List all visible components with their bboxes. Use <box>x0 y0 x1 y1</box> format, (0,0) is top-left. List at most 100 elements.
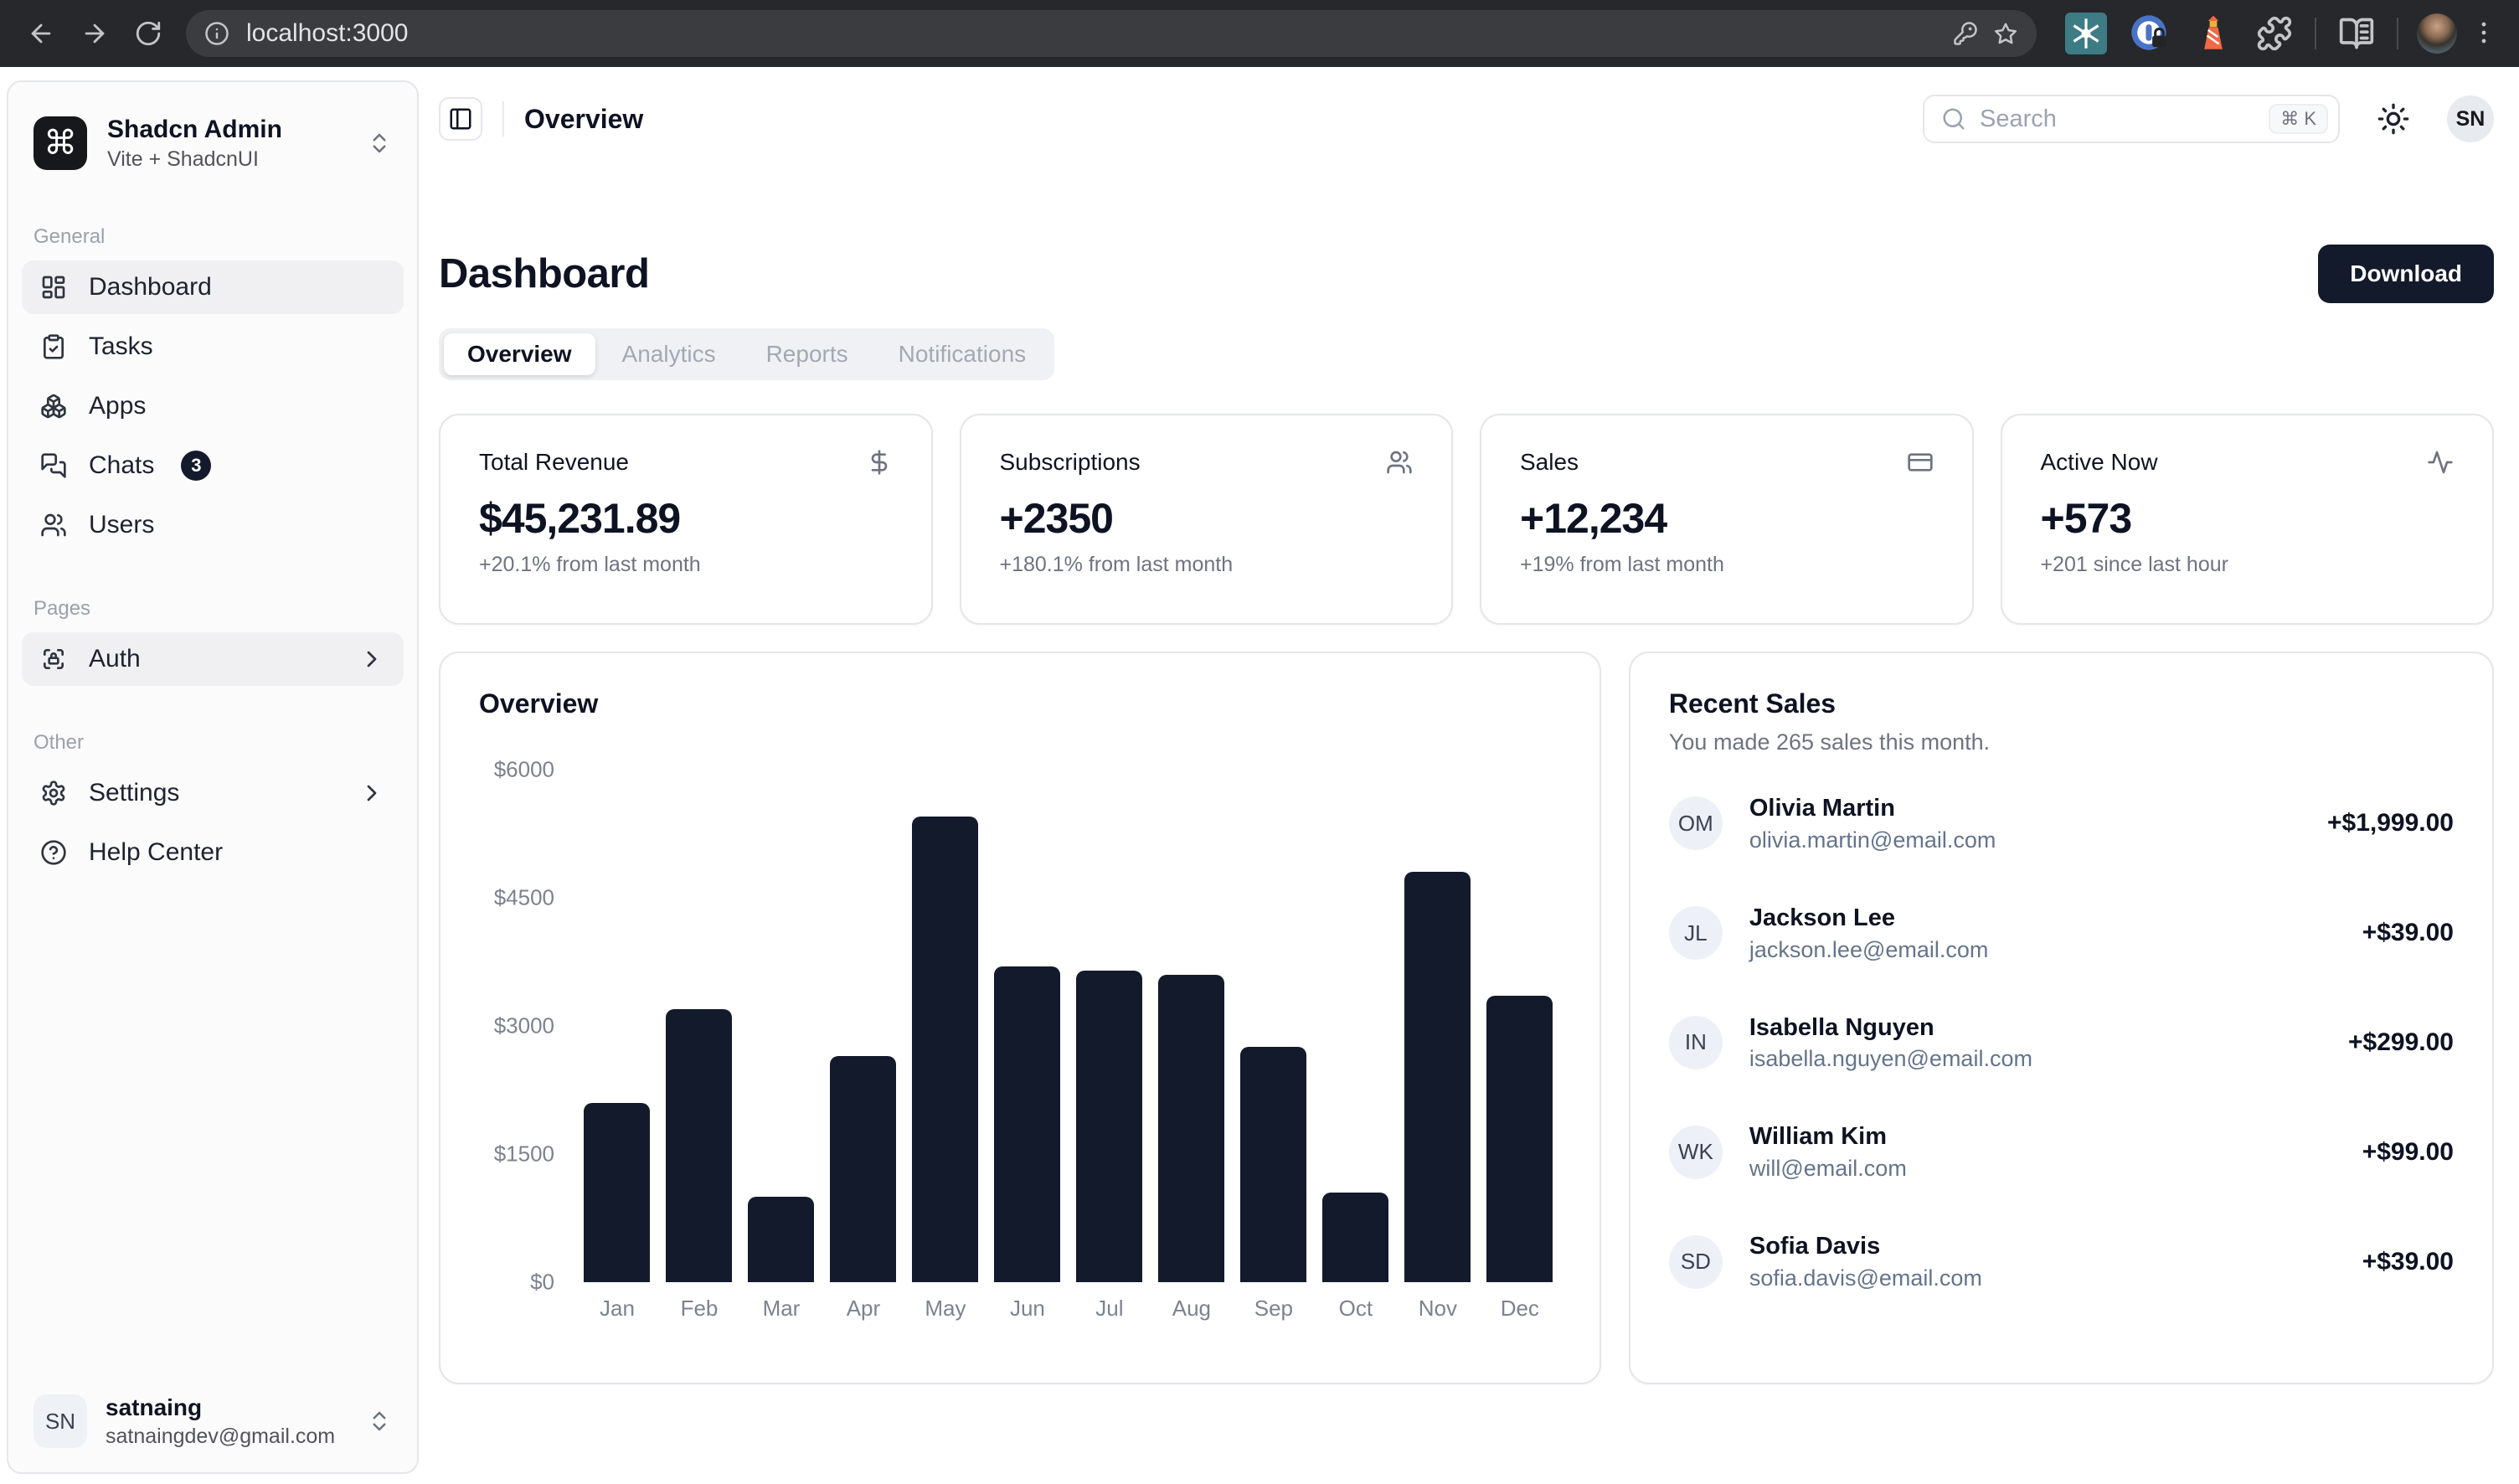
sale-avatar: WK <box>1669 1126 1723 1179</box>
stat-change: +201 since last hour <box>2041 553 2455 577</box>
chevron-right-icon <box>358 780 385 806</box>
sidebar-item-chats[interactable]: Chats3 <box>22 439 404 492</box>
sale-amount: +$299.00 <box>2348 1028 2454 1057</box>
x-tick-label: Nov <box>1397 1296 1479 1322</box>
sale-email: olivia.martin@email.com <box>1749 827 1996 853</box>
address-bar[interactable] <box>186 10 2037 57</box>
team-switcher[interactable]: ⌘ Shadcn Admin Vite + ShadcnUI <box>22 107 404 180</box>
stat-value: +2350 <box>1000 494 1414 543</box>
app-shell: ⌘ Shadcn Admin Vite + ShadcnUI GeneralDa… <box>0 67 2519 1484</box>
bar-mar <box>748 1197 814 1282</box>
checklist-icon <box>40 333 67 360</box>
browser-forward-button[interactable] <box>72 11 117 56</box>
stat-card-total-revenue: Total Revenue$45,231.89+20.1% from last … <box>439 414 933 625</box>
bar-jul <box>1076 971 1142 1282</box>
chevron-right-icon <box>358 646 385 672</box>
extensions-puzzle-icon[interactable] <box>2256 15 2293 52</box>
chart-x-axis: JanFebMarAprMayJunJulAugSepOctNovDec <box>576 1296 1561 1322</box>
sale-amount: +$1,999.00 <box>2327 809 2454 837</box>
breadcrumb: Overview <box>524 104 643 135</box>
search-box[interactable]: ⌘ K <box>1923 95 2340 143</box>
stat-change: +180.1% from last month <box>1000 553 1414 577</box>
header-avatar[interactable]: SN <box>2447 95 2494 142</box>
tab-notifications[interactable]: Notifications <box>875 333 1050 375</box>
sale-avatar: OM <box>1669 796 1723 850</box>
bar-chart: $6000$4500$3000$1500$0 <box>479 770 1561 1282</box>
x-tick-label: Sep <box>1233 1296 1315 1322</box>
sidebar-user-menu[interactable]: SN satnaing satnaingdev@gmail.com <box>22 1384 404 1459</box>
sidebar-item-help-center[interactable]: Help Center <box>22 826 404 879</box>
x-tick-label: Aug <box>1151 1296 1233 1322</box>
help-icon <box>40 839 67 866</box>
x-tick-label: Jul <box>1069 1296 1151 1322</box>
download-button[interactable]: Download <box>2318 245 2494 303</box>
y-tick-label: $3000 <box>494 1013 554 1039</box>
password-manager-icon[interactable] <box>1953 21 1978 46</box>
bar-jan <box>584 1103 650 1282</box>
teal-extension-icon[interactable] <box>2065 13 2107 54</box>
activity-icon <box>2427 449 2454 476</box>
tab-reports[interactable]: Reports <box>743 333 872 375</box>
sidebar-item-dashboard[interactable]: Dashboard <box>22 260 404 314</box>
chart-title: Overview <box>479 688 1561 719</box>
boxes-icon <box>40 393 67 420</box>
sun-icon <box>2377 102 2410 136</box>
sale-name: Jackson Lee <box>1749 904 1989 933</box>
bar-aug <box>1158 975 1224 1282</box>
tab-overview[interactable]: Overview <box>444 333 595 375</box>
sidebar-item-users[interactable]: Users <box>22 498 404 552</box>
bookmark-star-icon[interactable] <box>1993 21 2018 46</box>
sale-amount: +$99.00 <box>2362 1138 2454 1167</box>
sale-row-jackson-lee: JLJackson Leejackson.lee@email.com+$39.0… <box>1669 904 2454 963</box>
theme-toggle-button[interactable] <box>2377 102 2410 136</box>
search-shortcut-kbd: ⌘ K <box>2269 104 2328 134</box>
sale-row-william-kim: WKWilliam Kimwill@email.com+$99.00 <box>1669 1122 2454 1182</box>
x-tick-label: Apr <box>822 1296 904 1322</box>
user-avatar: SN <box>33 1394 87 1448</box>
stat-value: +12,234 <box>1520 494 1934 543</box>
reload-icon <box>134 19 162 48</box>
reading-list-icon[interactable] <box>2338 15 2375 52</box>
chevrons-up-down-icon <box>367 1409 392 1434</box>
stat-value: $45,231.89 <box>479 494 893 543</box>
chart-y-axis: $6000$4500$3000$1500$0 <box>479 770 576 1282</box>
sale-name: Sofia Davis <box>1749 1232 1982 1261</box>
sidebar-item-settings[interactable]: Settings <box>22 766 404 820</box>
recent-sales-subtitle: You made 265 sales this month. <box>1669 729 2454 755</box>
tab-analytics[interactable]: Analytics <box>599 333 739 375</box>
app-logo: ⌘ <box>33 116 87 170</box>
onepassword-extension-icon[interactable] <box>2129 13 2171 54</box>
stat-value: +573 <box>2041 494 2455 543</box>
stat-title: Sales <box>1520 449 1579 476</box>
sale-avatar: SD <box>1669 1235 1723 1289</box>
browser-menu-button[interactable] <box>2467 12 2501 55</box>
site-info-icon[interactable] <box>204 21 229 46</box>
browser-profile-avatar[interactable] <box>2415 12 2459 55</box>
sidebar-item-apps[interactable]: Apps <box>22 379 404 433</box>
credit-card-icon <box>1907 449 1934 476</box>
sale-row-olivia-martin: OMOlivia Martinolivia.martin@email.com+$… <box>1669 794 2454 853</box>
search-input[interactable] <box>1978 105 2257 134</box>
section-label-other: Other <box>22 731 404 755</box>
app-name: Shadcn Admin <box>107 116 282 145</box>
sidebar-item-auth[interactable]: Auth <box>22 632 404 686</box>
x-tick-label: Jan <box>576 1296 658 1322</box>
lighthouse-extension-icon[interactable] <box>2192 13 2234 54</box>
bar-apr <box>830 1056 896 1282</box>
users-icon <box>1386 449 1413 476</box>
url-input[interactable] <box>245 18 1938 49</box>
recent-sales-list: OMOlivia Martinolivia.martin@email.com+$… <box>1669 794 2454 1291</box>
sidebar-item-tasks[interactable]: Tasks <box>22 320 404 374</box>
sidebar-item-label: Tasks <box>89 332 153 361</box>
y-tick-label: $6000 <box>494 757 554 783</box>
back-icon <box>27 19 55 48</box>
browser-back-button[interactable] <box>18 11 64 56</box>
sidebar-toggle-button[interactable] <box>439 97 482 141</box>
forward-icon <box>80 19 109 48</box>
sidebar-item-label: Help Center <box>89 838 223 867</box>
count-badge: 3 <box>181 451 211 481</box>
sale-amount: +$39.00 <box>2362 1248 2454 1276</box>
browser-reload-button[interactable] <box>126 11 171 56</box>
sidebar-item-label: Users <box>89 511 154 539</box>
stat-title: Total Revenue <box>479 449 629 476</box>
